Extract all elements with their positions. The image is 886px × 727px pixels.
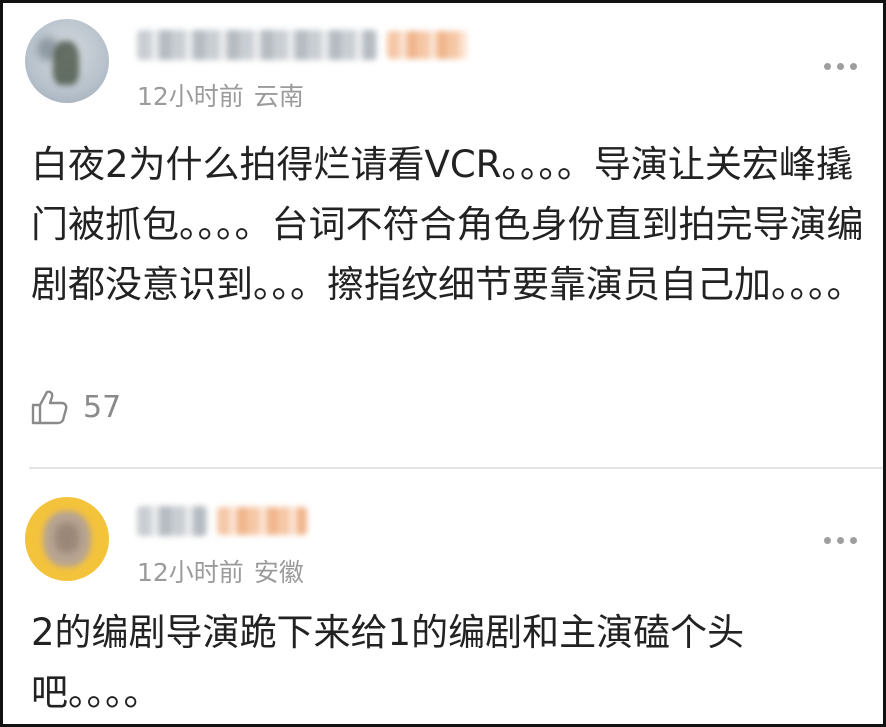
comment-item: 12小时前 云南 白夜2为什么拍得烂请看VCR。。。。导演让关宏峰撬门被抓包。。…	[3, 15, 883, 465]
more-icon[interactable]	[824, 63, 857, 70]
thumbs-up-icon	[31, 390, 68, 425]
comment-item: 12小时前 安徽 2的编剧导演跪下来给1的编剧和主演磕个头吧。。。。	[3, 473, 883, 723]
like-count: 57	[83, 389, 122, 425]
more-icon[interactable]	[824, 537, 857, 544]
comment-text: 白夜2为什么拍得烂请看VCR。。。。导演让关宏峰撬门被抓包。。。。台词不符合角色…	[31, 143, 864, 306]
comment-time: 12小时前	[137, 82, 244, 111]
comment-meta: 12小时前 云南	[137, 77, 304, 113]
divider	[29, 467, 883, 469]
comment-time: 12小时前	[137, 558, 244, 587]
comment-location: 云南	[253, 82, 304, 111]
avatar[interactable]	[25, 497, 109, 581]
comment-location: 安徽	[253, 558, 304, 587]
comment-meta: 12小时前 安徽	[137, 553, 304, 589]
comment-text: 2的编剧导演跪下来给1的编剧和主演磕个头吧。。。。	[31, 611, 745, 714]
username[interactable]	[137, 27, 467, 63]
avatar[interactable]	[25, 19, 109, 103]
like-button[interactable]: 57	[29, 387, 121, 427]
username[interactable]	[137, 503, 307, 539]
comment-list: 12小时前 云南 白夜2为什么拍得烂请看VCR。。。。导演让关宏峰撬门被抓包。。…	[0, 0, 886, 727]
